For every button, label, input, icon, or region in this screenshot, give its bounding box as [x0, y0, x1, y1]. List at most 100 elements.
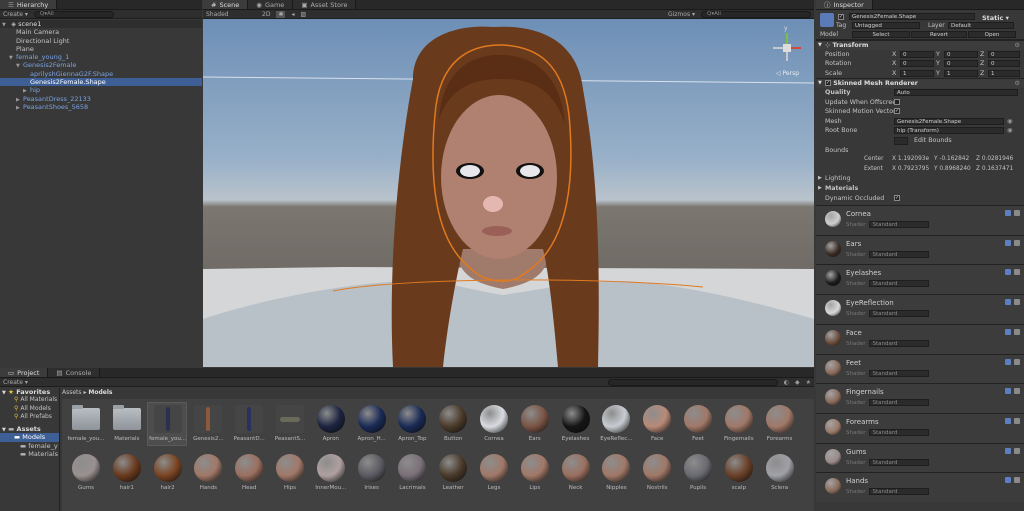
hierarchy-search-input[interactable]: Q▾All	[33, 10, 114, 18]
material-item[interactable]: Face Shader Standard	[816, 323, 1024, 354]
help-icon[interactable]	[1005, 477, 1011, 484]
material-item[interactable]: Gums Shader Standard	[816, 442, 1024, 473]
asset-item[interactable]: Head	[229, 454, 269, 491]
favorite-item[interactable]: ⚲ All Materials	[0, 396, 59, 404]
x-field[interactable]: 0	[900, 50, 934, 58]
asset-item[interactable]: PeasantS...	[270, 405, 310, 442]
tab-project[interactable]: ▭ Project	[0, 368, 49, 377]
asset-item[interactable]: Forearms	[760, 405, 800, 442]
asset-item[interactable]: Genesis2...	[188, 405, 228, 442]
tree-item-models[interactable]: ▬ Models	[0, 433, 59, 442]
smr-header[interactable]: ▼ ✓ Skinned Mesh Renderer ⚙	[816, 78, 1024, 88]
help-icon[interactable]	[1005, 388, 1011, 395]
gizmos-dropdown[interactable]: Gizmos ▾	[668, 11, 695, 18]
help-icon[interactable]	[1005, 328, 1011, 335]
lighting-toggle-icon[interactable]: ✱	[276, 10, 286, 18]
star-icon[interactable]: ★	[806, 379, 811, 386]
tree-item-materials[interactable]: ▬ Materials	[0, 450, 59, 458]
scene-search-input[interactable]: Q▾All	[701, 10, 811, 18]
favorite-item[interactable]: ⚲ All Prefabs	[0, 413, 59, 421]
shader-dropdown[interactable]: Standard	[869, 310, 930, 318]
gear-icon[interactable]	[1014, 417, 1020, 424]
project-search-input[interactable]	[607, 378, 778, 386]
z-field[interactable]: 1	[988, 69, 1020, 77]
audio-toggle-icon[interactable]: ◂	[291, 11, 294, 18]
hierarchy-item[interactable]: aprilyshGiennaG2F.Shape	[0, 70, 202, 78]
asset-item[interactable]: Legs	[474, 454, 514, 491]
assets-header[interactable]: ▼ ▬ Assets	[0, 425, 59, 433]
gear-icon[interactable]	[1014, 299, 1020, 306]
asset-item[interactable]: Nipples	[596, 454, 636, 491]
asset-item[interactable]: Neck	[556, 454, 596, 491]
asset-item[interactable]: Feet	[678, 405, 718, 442]
help-icon[interactable]	[1005, 239, 1011, 246]
shader-dropdown[interactable]: Standard	[869, 339, 930, 347]
material-item[interactable]: Hands Shader Standard	[816, 472, 1024, 502]
material-item[interactable]: EyeReflection Shader Standard	[816, 294, 1024, 324]
y-field[interactable]: 1	[944, 69, 978, 77]
shader-dropdown[interactable]: Standard	[869, 369, 930, 377]
asset-item[interactable]: hair2	[148, 454, 188, 491]
asset-item[interactable]: Materials	[107, 405, 147, 442]
static-toggle[interactable]: Static ▾	[982, 14, 1009, 22]
lighting-foldout[interactable]: ▶ Lighting	[816, 174, 1024, 184]
shader-dropdown[interactable]: Standard	[869, 428, 930, 436]
hierarchy-item[interactable]: ▼ female_young_1	[0, 53, 202, 61]
asset-item[interactable]: InnerMou...	[311, 454, 351, 491]
asset-item[interactable]: Ears	[515, 405, 555, 442]
filter-label-icon[interactable]: ◆	[795, 379, 800, 386]
asset-item[interactable]: Eyelashes	[556, 405, 596, 442]
asset-item[interactable]: Cornea	[474, 405, 514, 442]
z-field[interactable]: 0	[988, 60, 1020, 68]
favorites-header[interactable]: ▼ ★ Favorites	[0, 388, 59, 396]
tab-game[interactable]: ◉ Game	[248, 0, 294, 9]
shader-dropdown[interactable]: Standard	[869, 280, 930, 288]
hierarchy-item[interactable]: Plane	[0, 45, 202, 53]
hierarchy-item[interactable]: Genesis2Female.Shape	[0, 78, 202, 87]
root-bone-field[interactable]: hip (Transform)	[894, 127, 1004, 135]
materials-foldout[interactable]: ▶ Materials	[816, 184, 1024, 194]
tree-item-female[interactable]: ▬ female_y	[0, 442, 59, 450]
hierarchy-item[interactable]: ▶ PeasantShoes_5658	[0, 103, 202, 111]
asset-item[interactable]: EyeReflec...	[596, 405, 636, 442]
x-field[interactable]: 1	[900, 69, 934, 77]
hierarchy-item[interactable]: ▶ PeasantDress_22133	[0, 95, 202, 103]
material-item[interactable]: Cornea Shader Standard	[816, 205, 1024, 235]
asset-item[interactable]: Hips	[270, 454, 310, 491]
help-icon[interactable]	[1005, 299, 1011, 306]
smr-enabled-checkbox[interactable]: ✓	[825, 80, 831, 87]
gear-icon[interactable]	[1014, 239, 1020, 246]
asset-item[interactable]: Hands	[188, 454, 228, 491]
skinned-motion-checkbox[interactable]: ✓	[894, 108, 900, 115]
material-item[interactable]: Ears Shader Standard	[816, 234, 1024, 265]
asset-item[interactable]: Nostrils	[637, 454, 677, 491]
gear-icon[interactable]	[1014, 388, 1020, 395]
tab-scene[interactable]: # Scene	[203, 0, 249, 9]
shading-mode-dropdown[interactable]: Shaded	[206, 11, 256, 18]
asset-item[interactable]: female_you...	[148, 405, 188, 442]
active-checkbox[interactable]: ✓	[838, 14, 844, 20]
shader-dropdown[interactable]: Standard	[869, 250, 930, 258]
mesh-field[interactable]: Genesis2Female.Shape	[894, 117, 1004, 125]
asset-item[interactable]: scalp	[719, 454, 759, 491]
asset-item[interactable]: Lacrimals	[392, 454, 432, 491]
favorite-item[interactable]: ⚲ All Models	[0, 405, 59, 413]
asset-item[interactable]: Sclera	[760, 454, 800, 491]
shader-dropdown[interactable]: Standard	[869, 221, 930, 229]
effects-toggle-icon[interactable]: ▨	[300, 11, 306, 18]
asset-item[interactable]: Fingernails	[719, 405, 759, 442]
chevron-down-icon[interactable]: ▼	[16, 62, 23, 70]
hierarchy-item[interactable]: Main Camera	[0, 28, 202, 36]
gear-icon[interactable]	[1014, 269, 1020, 276]
gear-icon[interactable]	[1014, 328, 1020, 335]
tab-inspector[interactable]: ⓘ Inspector	[816, 0, 873, 9]
material-item[interactable]: Eyelashes Shader Standard	[816, 264, 1024, 295]
help-icon[interactable]	[1005, 269, 1011, 276]
z-field[interactable]: 0	[988, 50, 1020, 58]
gear-icon[interactable]	[1014, 477, 1020, 484]
shader-dropdown[interactable]: Standard	[869, 399, 930, 407]
hierarchy-item[interactable]: Directional Light	[0, 37, 202, 45]
chevron-down-icon[interactable]: ▼	[2, 21, 9, 29]
asset-item[interactable]: Face	[637, 405, 677, 442]
scene-root[interactable]: ▼ ◈ scene1	[0, 20, 202, 29]
